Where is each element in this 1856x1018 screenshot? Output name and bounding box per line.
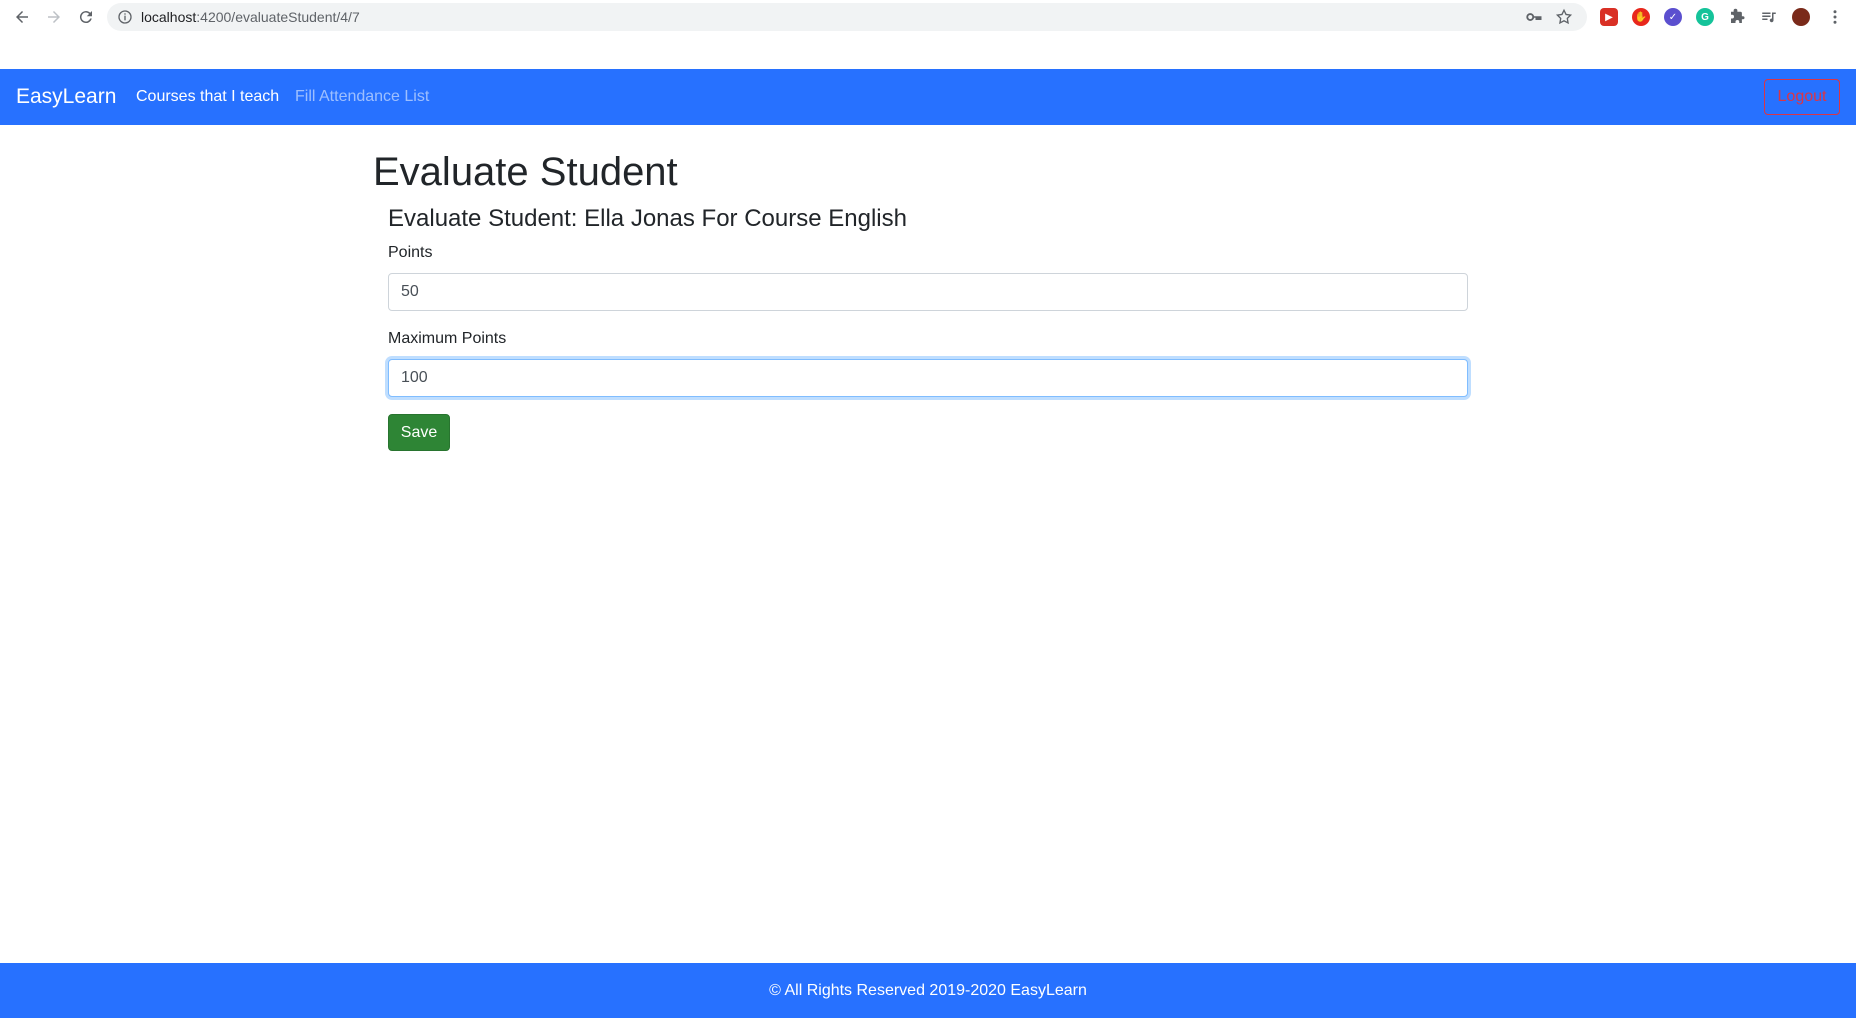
maximum-points-label: Maximum Points [388,330,507,347]
hand-stop-extension-icon[interactable]: ✋ [1632,8,1650,26]
brand-link[interactable]: EasyLearn [16,84,116,110]
logout-button[interactable]: Logout [1764,79,1840,115]
purple-check-extension-icon[interactable]: ✓ [1664,8,1682,26]
info-icon[interactable] [117,9,133,25]
save-button[interactable]: Save [388,414,450,451]
star-icon[interactable] [1555,8,1573,26]
evaluation-subtitle: Evaluate Student: Ella Jonas For Course … [388,205,907,232]
forward-icon[interactable] [41,4,67,30]
red-play-extension-icon[interactable]: ▶ [1600,8,1618,26]
url-text[interactable]: localhost:4200/evaluateStudent/4/7 [141,9,360,25]
reload-icon[interactable] [73,4,99,30]
kebab-menu-icon[interactable] [1822,4,1848,30]
maximum-points-input[interactable] [388,359,1468,397]
media-queue-icon[interactable] [1760,8,1778,26]
nav-courses-that-i-teach[interactable]: Courses that I teach [136,87,279,107]
back-icon[interactable] [9,4,35,30]
url-host: localhost [141,9,197,25]
page-footer: © All Rights Reserved 2019-2020 EasyLear… [0,963,1856,1018]
page-title: Evaluate Student [373,150,678,194]
points-label: Points [388,244,433,261]
url-path: :4200/evaluateStudent/4/7 [196,9,360,25]
app-navbar: EasyLearn Courses that I teach Fill Atte… [0,69,1856,125]
key-icon[interactable] [1525,8,1543,26]
address-bar[interactable]: localhost:4200/evaluateStudent/4/7 [107,3,1587,31]
profile-avatar[interactable] [1792,8,1810,26]
grammarly-extension-icon[interactable]: G [1696,8,1714,26]
points-input[interactable] [388,273,1468,311]
browser-toolbar: localhost:4200/evaluateStudent/4/7 ▶ ✋ ✓… [0,0,1856,34]
puzzle-extensions-icon[interactable] [1728,8,1746,26]
nav-fill-attendance-list[interactable]: Fill Attendance List [295,87,429,107]
footer-copyright: © All Rights Reserved 2019-2020 EasyLear… [769,981,1087,999]
